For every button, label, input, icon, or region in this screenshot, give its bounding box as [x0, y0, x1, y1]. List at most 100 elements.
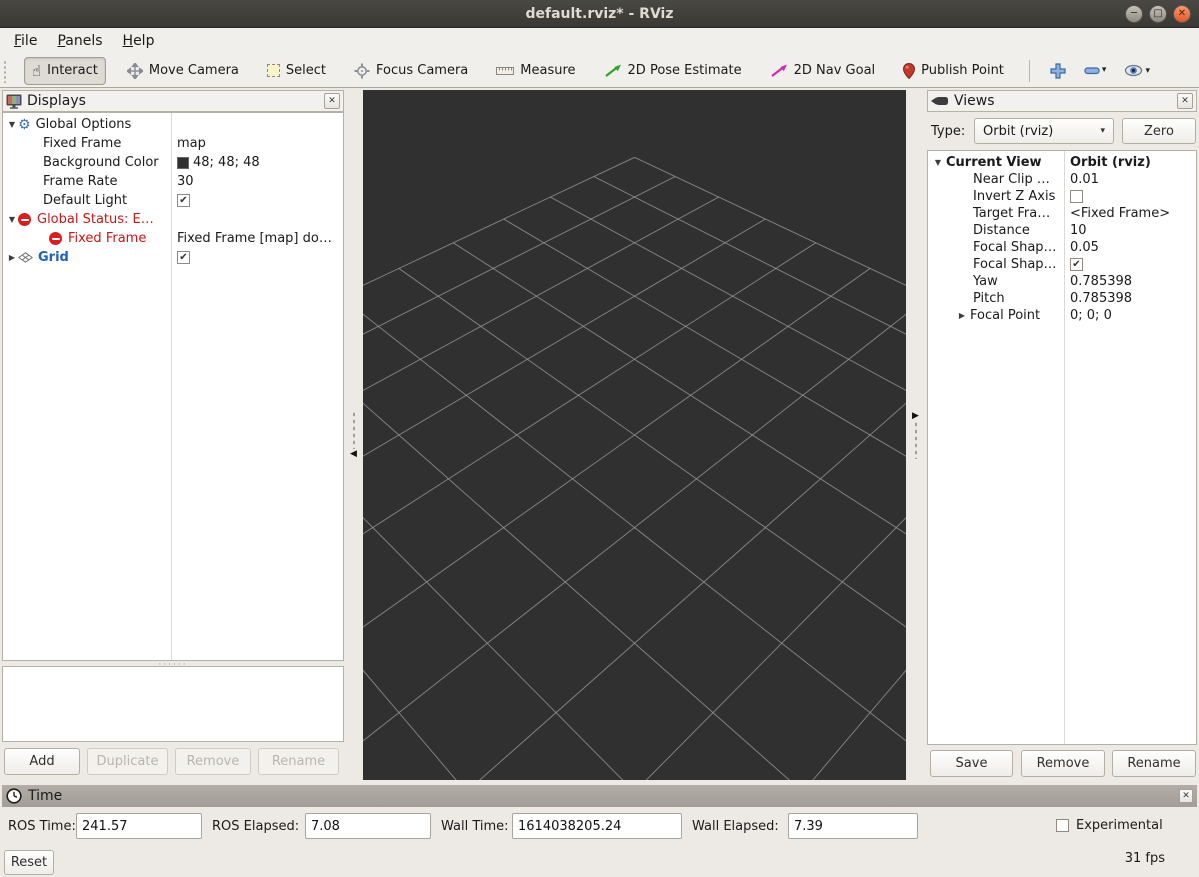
tool-label: 2D Pose Estimate [627, 63, 742, 78]
reset-button[interactable]: Reset [4, 850, 54, 875]
checkbox-unchecked[interactable] [1070, 190, 1083, 203]
visibility-tool-button[interactable]: ▾ [1122, 62, 1152, 79]
tool-select[interactable]: Select [260, 59, 333, 82]
row-label: Fixed Frame [68, 231, 147, 246]
row-label: Focal Shap… [973, 240, 1057, 255]
tool-publish-point[interactable]: Publish Point [896, 59, 1011, 83]
chevron-down-icon: ▾ [1100, 126, 1105, 136]
type-label: Type: [931, 123, 966, 139]
red-pin-icon [903, 62, 916, 79]
menu-help[interactable]: Help [115, 30, 167, 52]
displays-panel-header[interactable]: Displays ✕ [2, 90, 344, 112]
expand-arrow-icon[interactable]: ▼ [932, 158, 944, 167]
views-row-invert-z[interactable]: Invert Z Axis [928, 188, 1196, 205]
row-value[interactable]: Orbit (rviz) [1070, 154, 1151, 171]
row-value[interactable]: Fixed Frame [map] do… [177, 229, 332, 248]
wall-time-input[interactable] [512, 813, 682, 839]
views-row-distance[interactable]: Distance 10 [928, 222, 1196, 239]
wall-elapsed-input[interactable] [788, 813, 918, 839]
row-value[interactable]: <Fixed Frame> [1070, 205, 1170, 222]
left-splitter[interactable]: ◀ [345, 90, 362, 780]
splitter-grip [913, 421, 918, 459]
tool-focus-camera[interactable]: Focus Camera [347, 59, 475, 83]
row-value[interactable]: 0.01 [1070, 171, 1099, 188]
green-arrow-icon [604, 63, 622, 78]
views-row-focal-shape-size[interactable]: Focal Shap… 0.05 [928, 239, 1196, 256]
duplicate-display-button[interactable]: Duplicate [87, 748, 168, 775]
views-row-yaw[interactable]: Yaw 0.785398 [928, 273, 1196, 290]
menu-panels[interactable]: Panels [49, 30, 114, 52]
displays-row-default-light[interactable]: Default Light ✔ [3, 191, 343, 210]
tool-2d-nav-goal[interactable]: 2D Nav Goal [763, 59, 883, 82]
views-row-current-view[interactable]: ▼ Current View Orbit (rviz) [928, 154, 1196, 171]
collapse-arrow-icon[interactable]: ▶ [956, 311, 968, 320]
titlebar[interactable]: default.rviz* - RViz ─ □ ✕ [0, 0, 1199, 28]
displays-row-global-options[interactable]: ▼ ⚙ Global Options [3, 115, 343, 134]
row-value[interactable]: 30 [177, 172, 194, 191]
grid-icon [18, 252, 33, 263]
collapse-right-icon[interactable]: ▶ [912, 411, 919, 421]
views-row-target-frame[interactable]: Target Fra… <Fixed Frame> [928, 205, 1196, 222]
rename-display-button[interactable]: Rename [258, 748, 339, 775]
experimental-toggle[interactable]: Experimental [1056, 818, 1163, 833]
collapse-arrow-icon[interactable]: ▶ [6, 253, 18, 262]
tool-interact[interactable]: ☝ Interact [24, 56, 106, 85]
ros-time-input[interactable] [76, 813, 202, 839]
row-value[interactable]: 10 [1070, 222, 1087, 239]
displays-row-grid[interactable]: ▶ Grid ✔ [3, 248, 343, 267]
row-label: Background Color [43, 155, 159, 170]
displays-row-background-color[interactable]: Background Color 48; 48; 48 [3, 153, 343, 172]
row-value[interactable]: 0.785398 [1070, 273, 1132, 290]
row-label: Default Light [43, 193, 128, 208]
3d-viewport[interactable] [363, 90, 906, 780]
remove-display-button[interactable]: Remove [175, 748, 251, 775]
remove-view-button[interactable]: Remove [1021, 750, 1105, 777]
expand-arrow-icon[interactable]: ▼ [6, 120, 18, 129]
checkbox-checked[interactable]: ✔ [1070, 258, 1083, 271]
menu-file[interactable]: File [6, 30, 49, 52]
close-button[interactable]: ✕ [1173, 5, 1191, 23]
views-row-focal-point[interactable]: ▶ Focal Point 0; 0; 0 [928, 307, 1196, 324]
zero-button[interactable]: Zero [1122, 118, 1196, 144]
checkbox-checked[interactable]: ✔ [177, 194, 190, 207]
displays-row-frame-rate[interactable]: Frame Rate 30 [3, 172, 343, 191]
views-row-focal-shape-fixed[interactable]: Focal Shap… ✔ [928, 256, 1196, 273]
row-value[interactable]: 0; 0; 0 [1070, 307, 1112, 324]
ros-elapsed-input[interactable] [305, 813, 431, 839]
checkbox-checked[interactable]: ✔ [177, 251, 190, 264]
views-row-near-clip[interactable]: Near Clip … 0.01 [928, 171, 1196, 188]
clock-icon [6, 788, 22, 804]
tool-move-camera[interactable]: Move Camera [120, 59, 246, 83]
row-value[interactable]: map [177, 134, 206, 153]
minimize-button[interactable]: ─ [1125, 5, 1143, 23]
panel-close-icon[interactable]: ✕ [1179, 789, 1193, 803]
toolbar-drag-handle[interactable] [2, 58, 8, 83]
tool-2d-pose-estimate[interactable]: 2D Pose Estimate [597, 59, 749, 82]
right-splitter[interactable]: ▶ [907, 90, 924, 780]
views-tree[interactable]: ▼ Current View Orbit (rviz) Near Clip … … [927, 150, 1197, 745]
row-value[interactable]: 0.05 [1070, 239, 1099, 256]
add-tool-button[interactable] [1048, 61, 1068, 81]
views-panel-header[interactable]: Views ✕ [927, 90, 1197, 112]
time-panel-header[interactable]: Time ✕ [2, 785, 1197, 807]
maximize-button[interactable]: □ [1149, 5, 1167, 23]
panel-close-icon[interactable]: ✕ [324, 93, 340, 109]
views-row-pitch[interactable]: Pitch 0.785398 [928, 290, 1196, 307]
displays-row-fixed-frame[interactable]: Fixed Frame map [3, 134, 343, 153]
save-view-button[interactable]: Save [930, 750, 1013, 777]
tool-measure[interactable]: Measure [489, 59, 582, 82]
expand-arrow-icon[interactable]: ▼ [6, 215, 18, 224]
add-display-button[interactable]: Add [4, 748, 80, 775]
magenta-arrow-icon [770, 63, 788, 78]
view-type-combobox[interactable]: Orbit (rviz) ▾ [974, 118, 1114, 144]
displays-tree[interactable]: ▼ ⚙ Global Options Fixed Frame map Backg… [2, 112, 344, 661]
panel-close-icon[interactable]: ✕ [1177, 93, 1193, 109]
collapse-left-icon[interactable]: ◀ [350, 449, 357, 459]
row-label: Near Clip … [973, 172, 1050, 187]
checkbox-unchecked[interactable] [1056, 819, 1069, 832]
displays-row-global-status[interactable]: ▼ Global Status: E… [3, 210, 343, 229]
row-value[interactable]: 0.785398 [1070, 290, 1132, 307]
remove-tool-button[interactable]: ▾ [1082, 63, 1109, 78]
displays-row-fixed-frame-error[interactable]: Fixed Frame Fixed Frame [map] do… [3, 229, 343, 248]
rename-view-button[interactable]: Rename [1112, 750, 1196, 777]
